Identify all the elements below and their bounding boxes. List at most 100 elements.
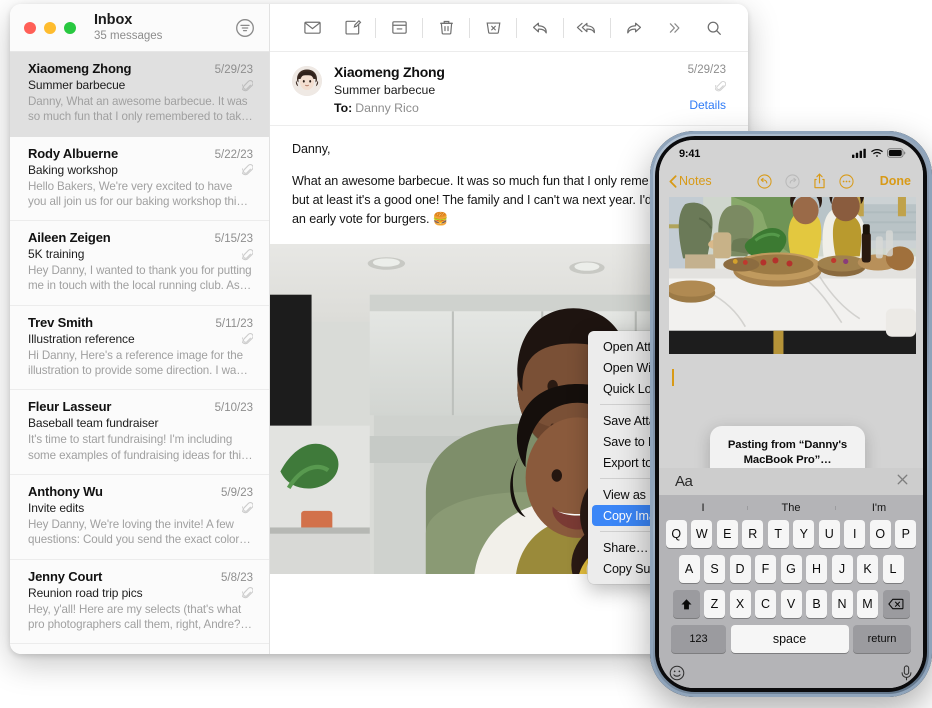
key-i[interactable]: I — [844, 520, 866, 548]
key-r[interactable]: R — [742, 520, 764, 548]
key-s[interactable]: S — [704, 555, 725, 583]
toolbar-divider — [563, 17, 564, 38]
message-list-item[interactable]: Anthony Wu 5/9/23 Invite edits Hey Danny, W… — [10, 475, 269, 560]
message-date: 5/29/23 — [687, 64, 726, 76]
key-z[interactable]: Z — [704, 590, 725, 618]
key-l[interactable]: L — [882, 555, 904, 583]
key-t[interactable]: T — [767, 520, 789, 548]
message-header-right: 5/29/23 Details — [678, 64, 726, 115]
search-icon[interactable] — [694, 13, 734, 43]
key-g[interactable]: G — [780, 555, 802, 583]
compose-icon[interactable] — [332, 13, 372, 43]
minimize-button[interactable] — [44, 21, 56, 34]
key-a[interactable]: A — [678, 555, 700, 583]
shift-key[interactable] — [672, 590, 700, 618]
key-d[interactable]: D — [729, 555, 751, 583]
notes-nav-bar: Notes Done — [659, 168, 923, 194]
undo-icon[interactable] — [757, 173, 772, 189]
filter-icon[interactable] — [234, 17, 256, 39]
key-o[interactable]: O — [869, 520, 891, 548]
message-preview: Danny, What an awesome barbecue. It was … — [28, 95, 248, 124]
recipient-row: To: Danny Rico — [334, 101, 678, 115]
message-list[interactable]: Xiaomeng Zhong 5/29/23 Summer barbecue Dann… — [10, 52, 269, 654]
attachment-icon — [241, 79, 254, 92]
message-header: Xiaomeng Zhong Summer barbecue To: Danny … — [270, 52, 748, 126]
archive-icon[interactable] — [379, 13, 419, 43]
mailbox-titles: Inbox 35 messages — [94, 12, 162, 43]
message-list-item[interactable]: Aileen Zeigen 5/15/23 5K training Hey Danny… — [10, 221, 269, 306]
key-w[interactable]: W — [691, 520, 713, 548]
message-list-item[interactable]: Jenny Court 5/8/23 Reunion road trip pics H… — [10, 560, 269, 645]
key-f[interactable]: F — [755, 555, 776, 583]
done-button[interactable]: Done — [880, 174, 911, 188]
key-y[interactable]: Y — [793, 520, 815, 548]
toolbar-divider — [422, 17, 423, 38]
key-q[interactable]: Q — [665, 520, 687, 548]
key-u[interactable]: U — [818, 520, 840, 548]
mail-unread-icon[interactable] — [292, 13, 332, 43]
back-to-notes-button[interactable]: Notes — [669, 174, 712, 188]
pasted-photo[interactable] — [669, 197, 916, 354]
reply-all-icon[interactable] — [567, 13, 607, 43]
message-list-item[interactable]: Trev Smith 5/11/23 Illustration reference H… — [10, 306, 269, 391]
key-k[interactable]: K — [857, 555, 878, 583]
message-date: 5/29/23 — [214, 64, 253, 76]
message-date: 5/11/23 — [215, 317, 253, 330]
key-x[interactable]: X — [729, 590, 751, 618]
message-list-item[interactable]: Xiaomeng Zhong 5/29/23 Summer barbecue Dann… — [10, 52, 269, 137]
message-subject: Summer barbecue — [334, 83, 436, 97]
key-b[interactable]: B — [806, 590, 827, 618]
battery-icon — [887, 147, 906, 161]
key-e[interactable]: E — [716, 520, 738, 548]
message-subject: Invite edits — [28, 500, 85, 515]
notes-nav-actions: Done — [757, 173, 911, 189]
note-format-bar: Aa — [659, 468, 923, 495]
close-button[interactable] — [24, 21, 36, 34]
space-key[interactable]: space — [730, 625, 849, 653]
keyboard-row-2: ASDFGHJKL — [659, 555, 923, 583]
microphone-icon[interactable] — [900, 665, 913, 681]
message-list-item[interactable]: Rody Albuerne 5/22/23 Baking workshop Hello… — [10, 137, 269, 222]
numbers-key[interactable]: 123 — [671, 625, 726, 653]
status-time: 9:41 — [679, 148, 701, 160]
message-count: 35 messages — [94, 29, 163, 42]
trash-icon[interactable] — [426, 13, 466, 43]
key-h[interactable]: H — [806, 555, 827, 583]
key-m[interactable]: M — [857, 590, 878, 618]
backspace-key[interactable] — [882, 590, 910, 618]
prediction-item[interactable]: I'm — [835, 502, 923, 514]
key-c[interactable]: C — [755, 590, 776, 618]
message-list-item[interactable]: Fleur Lasseur 5/10/23 Baseball team fundra… — [10, 390, 269, 475]
keyboard-row-4: 123 space return — [659, 625, 923, 653]
key-v[interactable]: V — [780, 590, 802, 618]
forward-icon[interactable] — [614, 13, 654, 43]
page-title: Inbox — [94, 12, 133, 29]
message-list-item[interactable]: Rich Dinh5/5/23Trip to Zion National Par… — [10, 644, 269, 654]
menu-item-label: Share… — [603, 540, 649, 555]
signal-icon — [852, 148, 867, 161]
more-icon[interactable] — [654, 13, 694, 43]
key-n[interactable]: N — [831, 590, 853, 618]
iphone-device: 9:41 Notes Done Pasting from “Danny's Ma… — [650, 131, 932, 697]
junk-icon[interactable] — [473, 13, 513, 43]
emoji-icon[interactable] — [669, 665, 685, 681]
attachment-icon — [241, 248, 254, 261]
key-p[interactable]: P — [895, 520, 917, 548]
message-preview: Hey Danny, I wanted to thank you for put… — [28, 264, 252, 293]
attachment-icon — [241, 586, 254, 599]
format-text-button[interactable]: Aa — [675, 473, 693, 490]
message-date: 5/9/23 — [221, 486, 253, 499]
prediction-item[interactable]: I — [659, 502, 747, 514]
details-link[interactable]: Details — [688, 98, 726, 112]
share-icon[interactable] — [813, 173, 826, 189]
return-key[interactable]: return — [853, 625, 911, 653]
more-circle-icon[interactable] — [839, 173, 854, 189]
redo-icon[interactable] — [785, 173, 800, 189]
close-icon[interactable] — [896, 473, 909, 490]
note-content[interactable]: Pasting from “Danny's MacBook Pro”… Canc… — [659, 194, 923, 468]
reply-icon[interactable] — [520, 13, 560, 43]
to-label: To: — [334, 101, 353, 115]
zoom-button[interactable] — [64, 21, 76, 34]
prediction-item[interactable]: The — [747, 502, 835, 514]
key-j[interactable]: J — [831, 555, 853, 583]
